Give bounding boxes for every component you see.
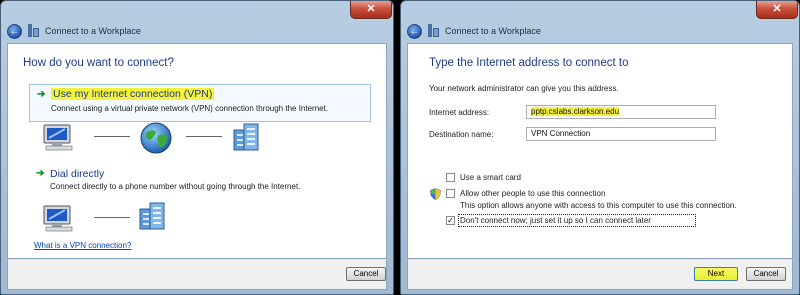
computer-icon bbox=[43, 205, 73, 232]
internet-address-label: Internet address: bbox=[429, 108, 490, 117]
dont-connect-checkbox[interactable]: ✓ bbox=[446, 216, 455, 225]
connect-workplace-window-2: ← Connect to a Workplace ✕ Type the Inte… bbox=[400, 0, 800, 295]
wizard-content: Type the Internet address to connect to … bbox=[407, 43, 793, 259]
connection-line bbox=[94, 217, 130, 218]
green-arrow-icon: ➔ bbox=[37, 89, 46, 100]
cancel-button[interactable]: Cancel bbox=[346, 267, 386, 281]
back-arrow-icon[interactable]: ← bbox=[407, 24, 422, 39]
allow-others-desc: This option allows anyone with access to… bbox=[460, 201, 737, 210]
page-heading: How do you want to connect? bbox=[23, 57, 174, 69]
globe-icon bbox=[140, 122, 172, 154]
allow-others-checkbox[interactable] bbox=[446, 189, 455, 198]
subtext: Your network administrator can give you … bbox=[429, 84, 619, 93]
option-dial[interactable]: ➔ Dial directly Connect directly to a ph… bbox=[29, 166, 371, 198]
window-title: Connect to a Workplace bbox=[445, 26, 541, 36]
destination-name-input[interactable]: VPN Connection bbox=[526, 127, 716, 141]
wizard-icon bbox=[428, 24, 440, 37]
option-dial-desc: Connect directly to a phone number witho… bbox=[50, 182, 301, 191]
destination-name-value: VPN Connection bbox=[531, 129, 591, 138]
internet-address-value: pptp.cslabs.clarkson.edu bbox=[531, 107, 620, 116]
wizard-icon bbox=[28, 24, 40, 37]
wizard-footer: Cancel bbox=[7, 259, 387, 290]
page-heading: Type the Internet address to connect to bbox=[429, 57, 629, 69]
window-title: Connect to a Workplace bbox=[45, 26, 141, 36]
green-arrow-icon: ➔ bbox=[36, 168, 45, 179]
internet-address-input[interactable]: pptp.cslabs.clarkson.edu bbox=[526, 105, 716, 119]
server-icon bbox=[139, 202, 165, 230]
option-vpn[interactable]: ➔ Use my Internet connection (VPN) Conne… bbox=[29, 84, 371, 122]
vpn-help-link[interactable]: What is a VPN connection? bbox=[34, 241, 131, 250]
computer-icon bbox=[43, 124, 73, 151]
wizard-footer: Next Cancel bbox=[407, 259, 793, 290]
title-bar: ← Connect to a Workplace ✕ bbox=[401, 1, 799, 41]
connection-line bbox=[186, 136, 222, 137]
allow-others-label: Allow other people to use this connectio… bbox=[460, 189, 606, 198]
back-arrow-icon[interactable]: ← bbox=[7, 24, 22, 39]
smart-card-checkbox[interactable] bbox=[446, 173, 455, 182]
cancel-button[interactable]: Cancel bbox=[746, 267, 786, 281]
connection-line bbox=[94, 136, 130, 137]
next-button[interactable]: Next bbox=[694, 267, 738, 281]
shield-icon bbox=[430, 188, 441, 200]
option-vpn-title: Use my Internet connection (VPN) bbox=[51, 88, 215, 100]
smart-card-label: Use a smart card bbox=[460, 173, 521, 182]
dont-connect-label: Don't connect now; just set it up so I c… bbox=[460, 216, 651, 225]
wizard-content: How do you want to connect? ➔ Use my Int… bbox=[7, 43, 387, 259]
connect-workplace-window-1: ← Connect to a Workplace ✕ How do you wa… bbox=[0, 0, 394, 295]
option-dial-title: Dial directly bbox=[50, 168, 105, 180]
title-bar: ← Connect to a Workplace ✕ bbox=[1, 1, 393, 41]
server-icon bbox=[233, 123, 259, 151]
option-vpn-desc: Connect using a virtual private network … bbox=[51, 104, 329, 113]
destination-name-label: Destination name: bbox=[429, 130, 494, 139]
close-icon[interactable]: ✕ bbox=[350, 1, 392, 19]
close-icon[interactable]: ✕ bbox=[756, 1, 798, 19]
